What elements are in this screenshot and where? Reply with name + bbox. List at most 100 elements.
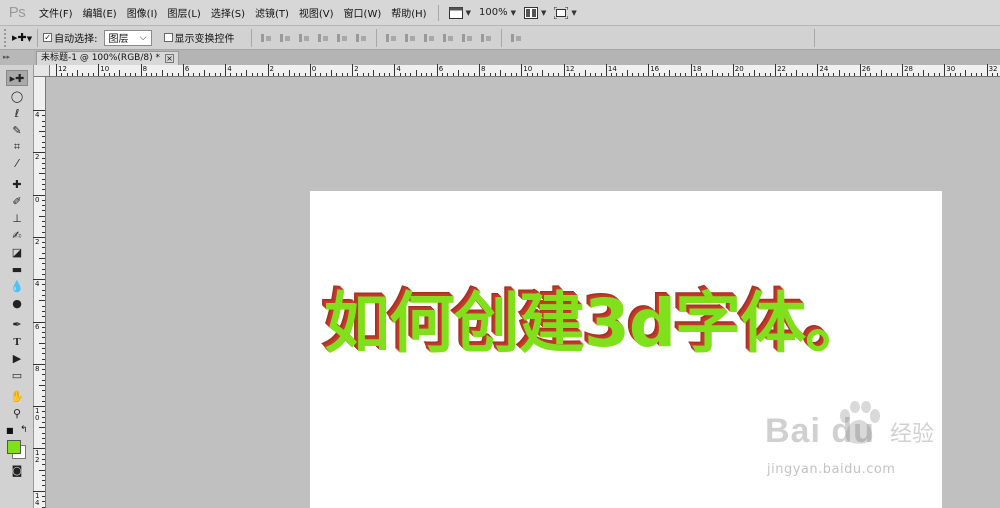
- align-left-edges-icon[interactable]: [317, 32, 330, 44]
- ruler-tick: [82, 73, 84, 76]
- ruler-tick: [822, 73, 824, 76]
- type-tool-icon[interactable]: T: [6, 334, 28, 350]
- ruler-tick: [33, 236, 45, 238]
- pen-tool-icon[interactable]: ✒: [6, 317, 28, 333]
- distribute-vertical-centers-icon[interactable]: [404, 32, 417, 44]
- align-right-edges-icon[interactable]: [355, 32, 368, 44]
- ruler-tick: [716, 73, 718, 76]
- horizontal-ruler[interactable]: 12 10 8 6 4 2 0 2 4 6 8 10 12 14 16 18 20 22 24 26 28 30 32: [50, 64, 1000, 77]
- align-horizontal-centers-icon[interactable]: [336, 32, 349, 44]
- zoom-level: 100%: [478, 7, 508, 18]
- document-tab[interactable]: 未标题-1 @ 100%(RGB/8) * ×: [36, 51, 179, 65]
- menu-layer[interactable]: 图层(L): [162, 5, 205, 20]
- toolbar-collapse-handle[interactable]: ▸▸: [0, 50, 34, 65]
- ruler-tick: [42, 501, 45, 503]
- ruler-tick: [827, 73, 829, 76]
- ruler-tick: [584, 70, 586, 76]
- ruler-tick: [600, 73, 602, 76]
- ruler-tick: [42, 178, 45, 180]
- dodge-tool-icon[interactable]: ●: [6, 296, 28, 312]
- ruler-tick: [431, 73, 433, 76]
- align-bottom-edges-icon[interactable]: [298, 32, 311, 44]
- menu-filter[interactable]: 滤镜(T): [250, 5, 294, 20]
- ruler-tick: [42, 205, 45, 207]
- menu-items: 文件(F) 编辑(E) 图像(I) 图层(L) 选择(S) 滤镜(T) 视图(V…: [34, 5, 432, 20]
- ruler-tick: [93, 73, 94, 76]
- brush-tool-icon[interactable]: ✐: [6, 194, 28, 210]
- distribute-top-icon[interactable]: [385, 32, 398, 44]
- healing-brush-tool-icon[interactable]: ✚: [6, 177, 28, 193]
- ruler-tick: [479, 64, 480, 76]
- menu-window[interactable]: 窗口(W): [339, 5, 387, 20]
- path-selection-tool-icon[interactable]: ▶: [6, 351, 28, 367]
- vertical-ruler[interactable]: 4 2 0 2 4 6 8 10 12 14: [33, 77, 46, 508]
- distribute-bottom-icon[interactable]: [423, 32, 436, 44]
- distribute-left-icon[interactable]: [442, 32, 455, 44]
- ruler-origin[interactable]: [34, 65, 50, 77]
- screen-mode-dropdown[interactable]: ▼: [554, 6, 577, 19]
- close-icon[interactable]: ×: [164, 54, 174, 63]
- distribute-right-icon[interactable]: [480, 32, 493, 44]
- ruler-tick: [404, 73, 406, 76]
- ruler-tick: [727, 73, 729, 76]
- history-brush-tool-icon[interactable]: ✍: [6, 228, 28, 244]
- menu-file[interactable]: 文件(F): [34, 5, 78, 20]
- menu-edit[interactable]: 编辑(E): [78, 5, 122, 20]
- ruler-label: 6: [184, 65, 190, 73]
- lasso-tool-icon[interactable]: ℓ: [6, 106, 28, 122]
- ruler-tick: [590, 73, 592, 76]
- quick-mask-icon[interactable]: ◙: [6, 463, 28, 479]
- ruler-tick: [870, 73, 872, 76]
- ruler-tick: [627, 70, 629, 76]
- auto-align-layers-icon[interactable]: [510, 32, 523, 44]
- ruler-tick: [42, 115, 45, 117]
- swap-colors-icon[interactable]: ↰: [20, 425, 28, 435]
- ruler-tick: [410, 73, 412, 76]
- arrange-documents-button[interactable]: ▼: [523, 6, 546, 19]
- align-vertical-centers-icon[interactable]: [279, 32, 292, 44]
- blur-tool-icon[interactable]: 💧: [6, 279, 28, 295]
- ruler-tick: [732, 64, 734, 76]
- quick-selection-tool-icon[interactable]: ✎: [6, 123, 28, 139]
- align-top-edges-icon[interactable]: [260, 32, 273, 44]
- ruler-tick: [42, 310, 45, 312]
- foreground-color-swatch[interactable]: [7, 440, 21, 454]
- auto-select-target-select[interactable]: 图层 ⌵: [103, 29, 152, 46]
- ruler-tick: [42, 284, 45, 286]
- ruler-tick: [653, 73, 655, 76]
- ruler-tick: [42, 480, 45, 482]
- crop-tool-icon[interactable]: ⌗: [6, 139, 28, 155]
- options-grip[interactable]: [4, 28, 12, 47]
- rectangle-tool-icon[interactable]: ▭: [6, 368, 28, 384]
- menu-view[interactable]: 视图(V): [294, 5, 339, 20]
- options-separator: [250, 28, 252, 47]
- ruler-tick: [796, 70, 798, 76]
- auto-select-label: 自动选择:: [54, 34, 98, 45]
- ruler-tick: [39, 469, 45, 471]
- ruler-tick: [42, 305, 45, 307]
- ruler-tick: [648, 64, 650, 76]
- window-icon: [448, 6, 463, 19]
- move-tool-preset-icon[interactable]: ▸✚▼: [12, 31, 32, 44]
- menu-help[interactable]: 帮助(H): [386, 5, 431, 20]
- clone-stamp-tool-icon[interactable]: ⊥: [6, 211, 28, 227]
- marquee-tool-icon[interactable]: ◯: [6, 89, 28, 105]
- ruler-tick: [701, 73, 703, 76]
- gradient-tool-icon[interactable]: ▬: [6, 262, 28, 278]
- ruler-tick: [204, 70, 206, 76]
- show-transform-checkbox[interactable]: [163, 33, 173, 42]
- eyedropper-tool-icon[interactable]: ⁄: [6, 156, 28, 172]
- menu-select[interactable]: 选择(S): [206, 5, 250, 20]
- move-tool-icon[interactable]: ▸✚: [6, 70, 28, 86]
- hand-tool-icon[interactable]: ✋: [6, 389, 28, 405]
- auto-select-checkbox[interactable]: ✓: [43, 33, 53, 42]
- zoom-tool-icon[interactable]: ⚲: [6, 406, 28, 422]
- default-colors-icon[interactable]: ■: [6, 426, 14, 435]
- menu-image[interactable]: 图像(I): [122, 5, 163, 20]
- distribute-horizontal-centers-icon[interactable]: [461, 32, 474, 44]
- screen-mode-button[interactable]: ▼: [448, 6, 471, 19]
- ruler-tick: [764, 73, 766, 76]
- eraser-tool-icon[interactable]: ◪: [6, 245, 28, 261]
- ruler-label: 32: [988, 65, 998, 73]
- zoom-level-dropdown[interactable]: 100% ▼: [479, 7, 516, 18]
